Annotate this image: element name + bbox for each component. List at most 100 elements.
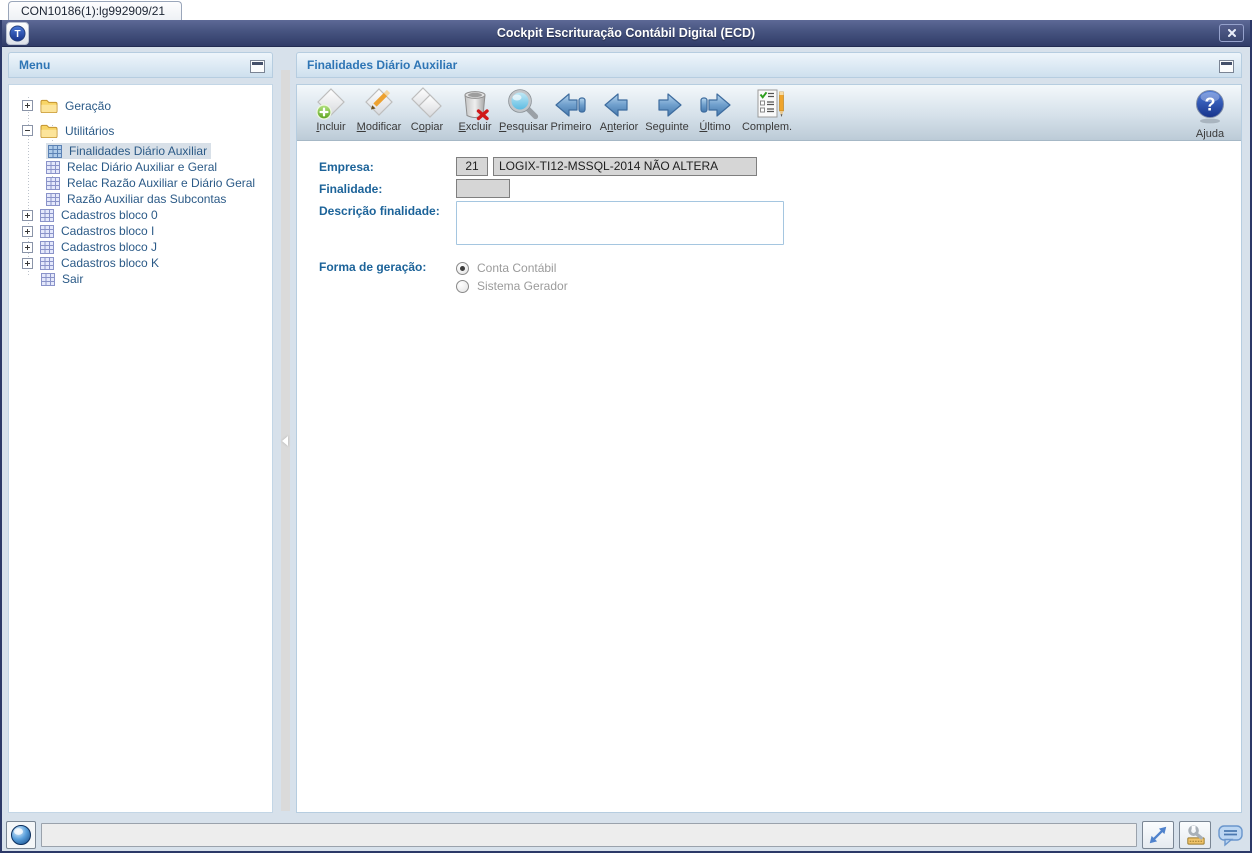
complement-icon	[757, 89, 784, 118]
tree-item-label: Cadastros bloco 0	[61, 208, 158, 222]
empresa-name-field[interactable]: LOGIX-TI12-MSSQL-2014 NÃO ALTERA	[493, 157, 757, 176]
incluir-button[interactable]: Incluir	[307, 87, 355, 133]
help-icon: ?	[1196, 90, 1224, 124]
ultimo-button[interactable]: Último	[691, 87, 739, 133]
expand-plus-icon[interactable]	[22, 209, 33, 221]
collapse-minus-icon[interactable]	[22, 125, 33, 136]
radio-unselected-icon	[456, 279, 469, 293]
tree-item-label: Relac Diário Auxiliar e Geral	[67, 160, 218, 174]
pesquisar-button[interactable]: Pesquisar	[499, 87, 548, 133]
copiar-button[interactable]: Copiar	[403, 87, 451, 133]
empresa-label: Empresa:	[319, 160, 374, 174]
complem-button[interactable]: Complem.	[739, 87, 795, 133]
grid-icon	[41, 273, 55, 286]
tree-item-sair[interactable]: Sair	[9, 271, 272, 287]
empresa-code-field[interactable]: 21	[456, 157, 488, 176]
window-body: Menu Geração Utilitários Finalidades Diá…	[2, 46, 1250, 851]
sidebar-panel: Geração Utilitários Finalidades Diário A…	[8, 84, 273, 813]
status-orb-button[interactable]	[6, 821, 36, 849]
window-title: Cockpit Escrituração Contábil Digital (E…	[496, 26, 756, 40]
app-window: T Cockpit Escrituração Contábil Digital …	[0, 20, 1252, 853]
add-icon	[316, 88, 345, 120]
tree-item-label: Cadastros bloco J	[61, 240, 158, 254]
main-panel-title: Finalidades Diário Auxiliar	[307, 58, 458, 72]
finalidades-form: Empresa: 21 LOGIX-TI12-MSSQL-2014 NÃO AL…	[297, 141, 1241, 295]
sidebar-title: Menu	[19, 58, 51, 72]
expand-plus-icon[interactable]	[22, 257, 33, 269]
tree-item-cadastros-bloco-0[interactable]: Cadastros bloco 0	[9, 207, 272, 223]
panel-splitter[interactable]	[281, 70, 290, 811]
grid-icon	[40, 257, 54, 270]
session-tab-label: CON10186(1):lg992909/21	[21, 4, 166, 18]
tree-item-label: Sair	[62, 272, 84, 286]
folder-icon	[40, 99, 58, 113]
menu-tree: Geração Utilitários Finalidades Diário A…	[9, 85, 272, 287]
excluir-button[interactable]: Excluir	[451, 87, 499, 133]
next-icon	[658, 93, 682, 117]
search-icon	[508, 89, 539, 120]
grid-icon	[40, 241, 54, 254]
tree-item-cadastros-bloco-i[interactable]: Cadastros bloco I	[9, 223, 272, 239]
tree-item-label: Utilitários	[65, 123, 115, 138]
previous-icon	[604, 93, 628, 117]
splitter-collapse-arrow-icon	[282, 435, 288, 446]
sidebar-collapse-button[interactable]	[250, 60, 265, 73]
message-balloon-button[interactable]	[1216, 822, 1246, 848]
tree-item-cadastros-bloco-k[interactable]: Cadastros bloco K	[9, 255, 272, 271]
expand-plus-icon[interactable]	[22, 241, 33, 253]
tab-strip: CON10186(1):lg992909/21	[0, 0, 1252, 20]
first-icon	[555, 93, 586, 117]
main-panel: Incluir Modificar Copiar Excluir Pesquis…	[296, 84, 1242, 813]
anterior-button[interactable]: Anterior	[595, 87, 643, 133]
status-bar	[2, 819, 1250, 851]
tree-item-relac-razao-auxiliar-diario-geral[interactable]: Relac Razão Auxiliar e Diário Geral	[9, 175, 272, 191]
tree-item-cadastros-bloco-j[interactable]: Cadastros bloco J	[9, 239, 272, 255]
tree-item-relac-diario-auxiliar-geral[interactable]: Relac Diário Auxiliar e Geral	[9, 159, 272, 175]
radio-conta-contabil[interactable]: Conta Contábil	[456, 259, 568, 277]
descricao-finalidade-field[interactable]	[456, 201, 784, 245]
session-tab[interactable]: CON10186(1):lg992909/21	[8, 1, 183, 20]
descricao-finalidade-label: Descrição finalidade:	[319, 204, 440, 218]
forma-geracao-radio-group: Conta Contábil Sistema Gerador	[456, 257, 568, 295]
tree-item-utilitarios[interactable]: Utilitários	[9, 118, 272, 143]
tree-item-geracao[interactable]: Geração	[9, 93, 272, 118]
expand-plus-icon[interactable]	[22, 100, 33, 111]
grid-icon	[40, 225, 54, 238]
grid-icon	[40, 209, 54, 222]
svg-text:?: ?	[1205, 95, 1216, 115]
main-panel-collapse-button[interactable]	[1219, 60, 1234, 73]
speech-balloon-icon	[1218, 825, 1243, 847]
toolbar: Incluir Modificar Copiar Excluir Pesquis…	[297, 85, 1241, 141]
ajuda-label: Ajuda	[1195, 128, 1225, 140]
finalidade-label: Finalidade:	[319, 182, 383, 196]
resize-diagonal-icon	[1149, 826, 1167, 844]
resize-button[interactable]	[1142, 821, 1174, 849]
primeiro-button[interactable]: Primeiro	[547, 87, 595, 133]
finalidade-field[interactable]	[456, 179, 510, 198]
grid-icon	[46, 161, 60, 174]
modificar-button[interactable]: Modificar	[355, 87, 403, 133]
tree-item-label: Geração	[65, 98, 112, 113]
radio-selected-icon	[456, 261, 469, 275]
copy-icon	[411, 87, 442, 118]
ajuda-button[interactable]: ? Ajuda	[1187, 87, 1233, 140]
tree-item-label: Finalidades Diário Auxiliar	[69, 144, 208, 158]
tree-item-label: Relac Razão Auxiliar e Diário Geral	[67, 176, 256, 190]
status-message-field[interactable]	[41, 823, 1137, 847]
last-icon	[700, 93, 731, 117]
settings-button[interactable]	[1179, 821, 1211, 849]
expand-plus-icon[interactable]	[22, 225, 33, 237]
seguinte-button[interactable]: Seguinte	[643, 87, 691, 133]
grid-icon	[48, 145, 62, 158]
sidebar-header: Menu	[8, 52, 273, 78]
forma-geracao-label: Forma de geração:	[319, 260, 427, 274]
folder-icon	[40, 124, 58, 138]
tree-item-finalidades-diario-auxiliar[interactable]: Finalidades Diário Auxiliar	[9, 143, 272, 159]
main-panel-header: Finalidades Diário Auxiliar	[296, 52, 1242, 78]
tree-item-razao-auxiliar-subcontas[interactable]: Razão Auxiliar das Subcontas	[9, 191, 272, 207]
close-icon	[1227, 29, 1236, 37]
close-button[interactable]	[1219, 24, 1244, 42]
titlebar: T Cockpit Escrituração Contábil Digital …	[2, 20, 1250, 47]
status-orb-icon	[11, 825, 31, 845]
radio-sistema-gerador[interactable]: Sistema Gerador	[456, 277, 568, 295]
